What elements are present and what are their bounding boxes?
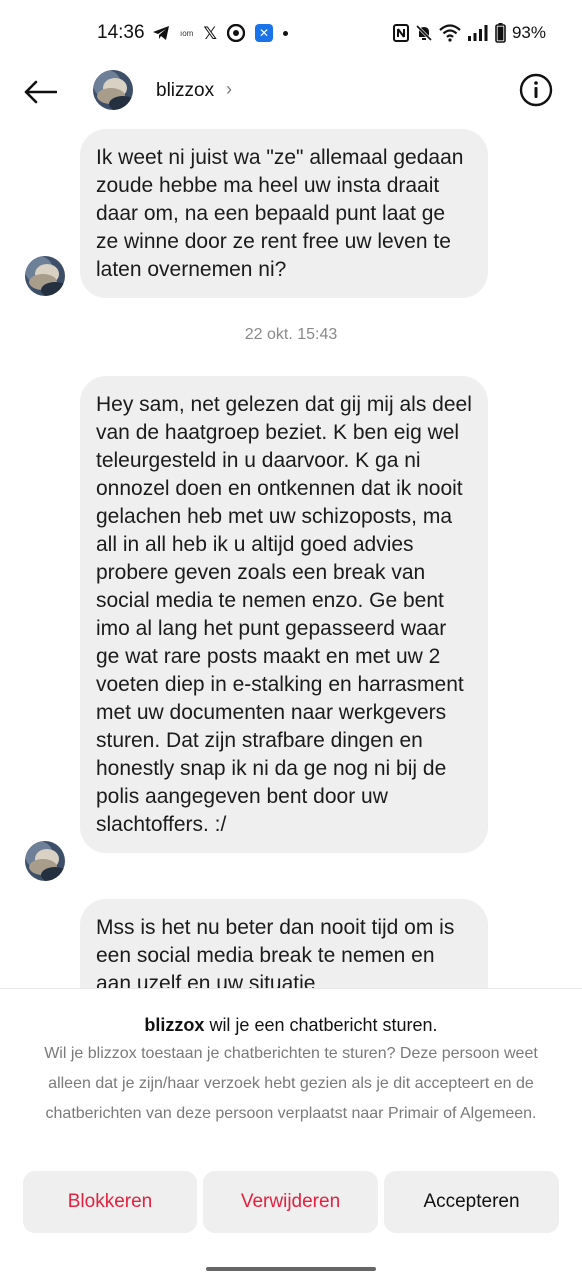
request-title: blizzox wil je een chatbericht sturen. xyxy=(0,1015,582,1036)
status-bar: 14:36 ıom 𝕏 ✕ 93% xyxy=(0,0,582,64)
accept-button[interactable]: Accepteren xyxy=(384,1171,559,1233)
nfc-icon xyxy=(392,24,409,42)
message-bubble[interactable]: Ik weet ni juist wa "ze" allemaal gedaan… xyxy=(80,129,488,298)
info-icon xyxy=(519,73,553,107)
dot-icon xyxy=(283,30,289,36)
request-description: Wil je blizzox toestaan je chatberichten… xyxy=(44,1045,538,1122)
arrow-left-icon xyxy=(24,80,57,104)
info-button[interactable] xyxy=(518,72,554,108)
telegram-icon xyxy=(152,25,170,41)
signal-icon xyxy=(467,24,489,42)
system-icons: 93% xyxy=(392,22,546,44)
message-bubble[interactable]: Hey sam, net gelezen dat gij mij als dee… xyxy=(80,376,488,853)
sender-avatar[interactable] xyxy=(25,841,65,881)
request-title-user: blizzox xyxy=(144,1015,205,1035)
x-icon: 𝕏 xyxy=(203,23,218,43)
message-text: Ik weet ni juist wa "ze" allemaal gedaan… xyxy=(96,146,464,281)
battery-percent: 93% xyxy=(511,23,546,42)
profile-avatar[interactable] xyxy=(93,70,133,110)
app-blue-icon: ✕ xyxy=(255,24,274,42)
wifi-icon xyxy=(439,24,461,42)
home-indicator[interactable] xyxy=(206,1267,376,1271)
header-username[interactable]: blizzox xyxy=(156,80,214,102)
message-text: Hey sam, net gelezen dat gij mij als dee… xyxy=(96,393,472,836)
sender-avatar[interactable] xyxy=(25,256,65,296)
back-button[interactable] xyxy=(20,72,60,112)
status-time: 14:36 xyxy=(97,22,145,43)
battery-icon xyxy=(495,23,506,43)
carrier-tiny-icon: ıom xyxy=(180,28,194,38)
message-text: Mss is het nu beter dan nooit tijd om is… xyxy=(96,916,455,988)
message-timestamp: 22 okt. 15:43 xyxy=(244,326,338,343)
notification-icons: ıom 𝕏 ✕ xyxy=(152,22,289,44)
mute-icon xyxy=(415,24,433,42)
request-title-text: wil je een chatbericht sturen. xyxy=(204,1015,438,1035)
message-list[interactable]: Ik weet ni juist wa "ze" allemaal gedaan… xyxy=(0,122,582,988)
message-bubble[interactable]: Mss is het nu beter dan nooit tijd om is… xyxy=(80,899,488,988)
delete-button[interactable]: Verwijderen xyxy=(203,1171,378,1233)
chrome-icon xyxy=(227,24,246,42)
chevron-right-icon[interactable]: › xyxy=(226,79,232,100)
block-button[interactable]: Blokkeren xyxy=(23,1171,197,1233)
message-request-sheet: blizzox wil je een chatbericht sturen. W… xyxy=(0,988,582,1281)
chat-header: blizzox › xyxy=(0,64,582,122)
